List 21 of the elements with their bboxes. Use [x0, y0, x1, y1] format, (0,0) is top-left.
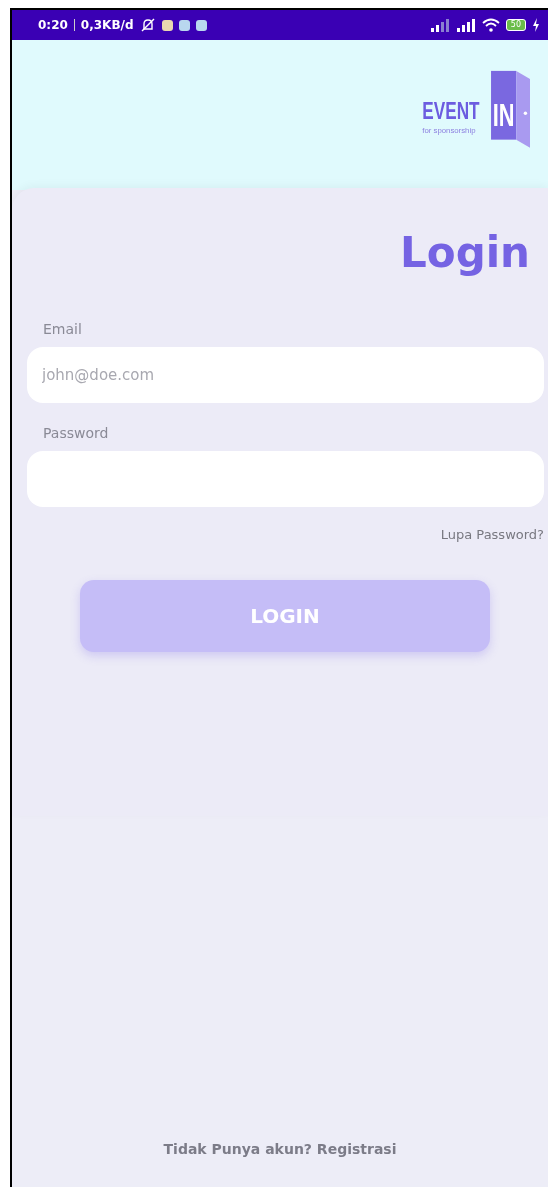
status-time: 0:20	[38, 18, 68, 32]
wifi-icon	[481, 18, 500, 32]
field-label: Password	[43, 425, 110, 441]
logo-wordmark: IN	[492, 98, 515, 133]
signal-icon	[429, 18, 450, 32]
signal-icon	[455, 18, 476, 32]
logo-tagline: for sponsorship	[422, 125, 476, 135]
door-icon	[491, 70, 530, 148]
register-link[interactable]: Tidak Punya akun? Registrasi	[163, 1141, 397, 1157]
login-title: Login	[400, 228, 530, 277]
app-notification-icon	[178, 19, 190, 31]
field-label: Email	[43, 321, 83, 337]
app-notification-icon	[195, 19, 207, 31]
app-notification-icon	[161, 19, 173, 31]
battery-indicator: 50	[505, 19, 526, 31]
muted-bell-icon	[139, 17, 156, 33]
forgot-password-link[interactable]: Lupa Password?	[440, 527, 544, 542]
charging-icon	[532, 18, 540, 32]
input-field[interactable]: john@doe.com	[27, 347, 544, 403]
logo-wordmark: EVENT	[422, 97, 480, 124]
data-rate: 0,3KB/d	[80, 18, 134, 32]
